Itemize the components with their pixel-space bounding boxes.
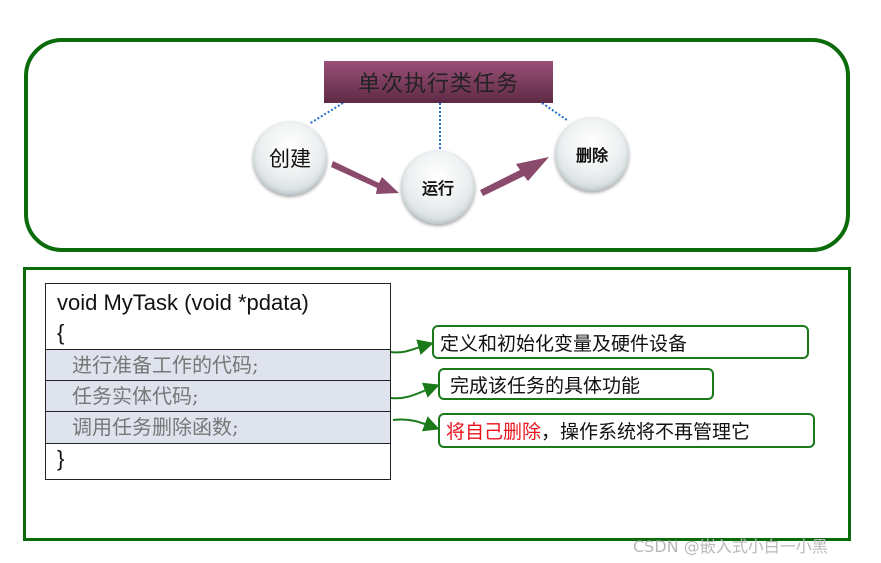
code-line-delete: 调用任务删除函数; <box>46 411 390 443</box>
annotation-delete-highlight: 将自己删除 <box>446 421 542 443</box>
function-signature: void MyTask (void *pdata) <box>57 290 309 315</box>
annotation-delete-text: ，操作系统将不再管理它 <box>541 421 751 443</box>
annotation-init: 定义和初始化变量及硬件设备 <box>432 325 809 359</box>
node-create: 创建 <box>253 121 327 195</box>
watermark: CSDN @嵌入式小白一小黑 <box>633 537 828 556</box>
annotation-init-text: 定义和初始化变量及硬件设备 <box>440 332 688 355</box>
node-run: 运行 <box>401 150 475 224</box>
code-line-prepare: 进行准备工作的代码; <box>46 349 390 380</box>
annotation-function-text: 完成该任务的具体功能 <box>450 374 641 397</box>
task-type-title: 单次执行类任务 <box>324 61 553 103</box>
close-brace: } <box>46 443 390 479</box>
code-line-body: 任务实体代码; <box>46 380 390 411</box>
node-delete: 删除 <box>555 117 629 191</box>
code-block: void MyTask (void *pdata) { 进行准备工作的代码; 任… <box>45 283 391 480</box>
annotation-function: 完成该任务的具体功能 <box>438 368 714 400</box>
annotation-delete: 将自己删除 ，操作系统将不再管理它 <box>438 413 815 448</box>
open-brace: { <box>57 320 65 345</box>
